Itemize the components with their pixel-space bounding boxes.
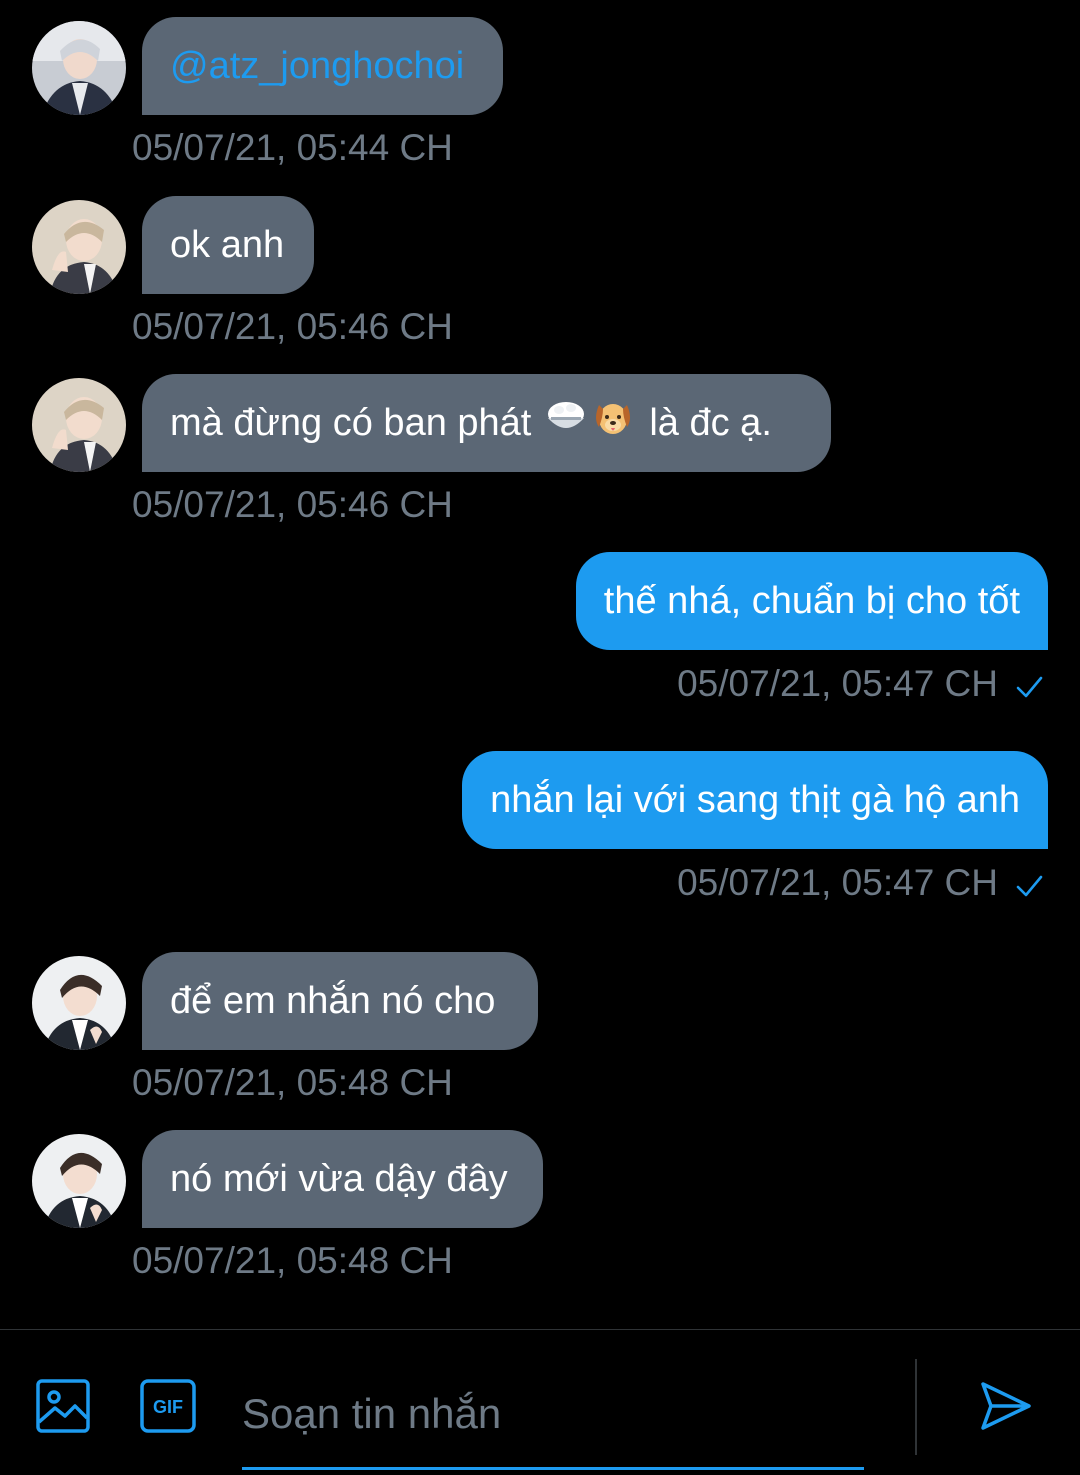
message-text: nhắn lại với sang thịt gà hộ anh xyxy=(490,778,1020,821)
svg-text:GIF: GIF xyxy=(153,1397,183,1417)
avatar[interactable] xyxy=(32,378,126,472)
message-bubble[interactable]: để em nhắn nó cho xyxy=(142,952,538,1050)
message-text: là đc ạ. xyxy=(649,401,772,444)
composer-divider xyxy=(915,1359,917,1455)
message-text: ok anh xyxy=(170,223,285,266)
message-text: để em nhắn nó cho xyxy=(170,979,496,1022)
avatar[interactable] xyxy=(32,956,126,1050)
message-bubble[interactable]: ok anh xyxy=(142,196,314,294)
message-meta: 05/07/21, 05:47 CH xyxy=(677,663,1044,705)
message-text: nó mới vừa dậy đây xyxy=(170,1157,508,1200)
message-timestamp: 05/07/21, 05:48 CH xyxy=(132,1240,453,1281)
dog-face-icon xyxy=(591,397,635,449)
message-text: mà đừng có ban phát xyxy=(170,401,532,444)
message-bubble[interactable]: mà đừng có ban phát là đc ạ. xyxy=(142,374,831,472)
avatar[interactable] xyxy=(32,200,126,294)
send-icon[interactable] xyxy=(978,1378,1034,1439)
message-timestamp: 05/07/21, 05:48 CH xyxy=(132,1062,453,1103)
gif-icon[interactable]: GIF xyxy=(139,1378,197,1439)
message-bubble[interactable]: nhắn lại với sang thịt gà hộ anh xyxy=(462,751,1048,849)
message-composer: GIF xyxy=(0,1329,1080,1475)
message-timestamp: 05/07/21, 05:44 CH xyxy=(132,127,453,168)
message-timestamp: 05/07/21, 05:46 CH xyxy=(132,306,453,347)
avatar[interactable] xyxy=(32,21,126,115)
mention-link[interactable]: @atz_jonghochoi xyxy=(170,45,464,88)
message-input[interactable] xyxy=(242,1360,864,1470)
message-bubble[interactable]: thế nhá, chuẩn bị cho tốt xyxy=(575,552,1048,650)
sent-check-icon xyxy=(1014,669,1044,699)
message-text: thế nhá, chuẩn bị cho tốt xyxy=(603,579,1020,622)
message-bubble[interactable]: nó mới vừa dậy đây xyxy=(142,1130,543,1228)
sent-check-icon xyxy=(1014,868,1044,898)
message-timestamp: 05/07/21, 05:46 CH xyxy=(132,484,453,525)
image-icon[interactable] xyxy=(35,1378,91,1439)
message-timestamp: 05/07/21, 05:47 CH xyxy=(677,663,998,704)
message-thread: @atz_jonghochoi 05/07/21, 05:44 CH ok an… xyxy=(0,0,1080,1330)
message-timestamp: 05/07/21, 05:47 CH xyxy=(677,862,998,903)
avatar[interactable] xyxy=(32,1134,126,1228)
message-bubble[interactable]: @atz_jonghochoi xyxy=(142,17,503,115)
rice-bowl-icon xyxy=(545,398,587,448)
message-meta: 05/07/21, 05:47 CH xyxy=(677,862,1044,904)
